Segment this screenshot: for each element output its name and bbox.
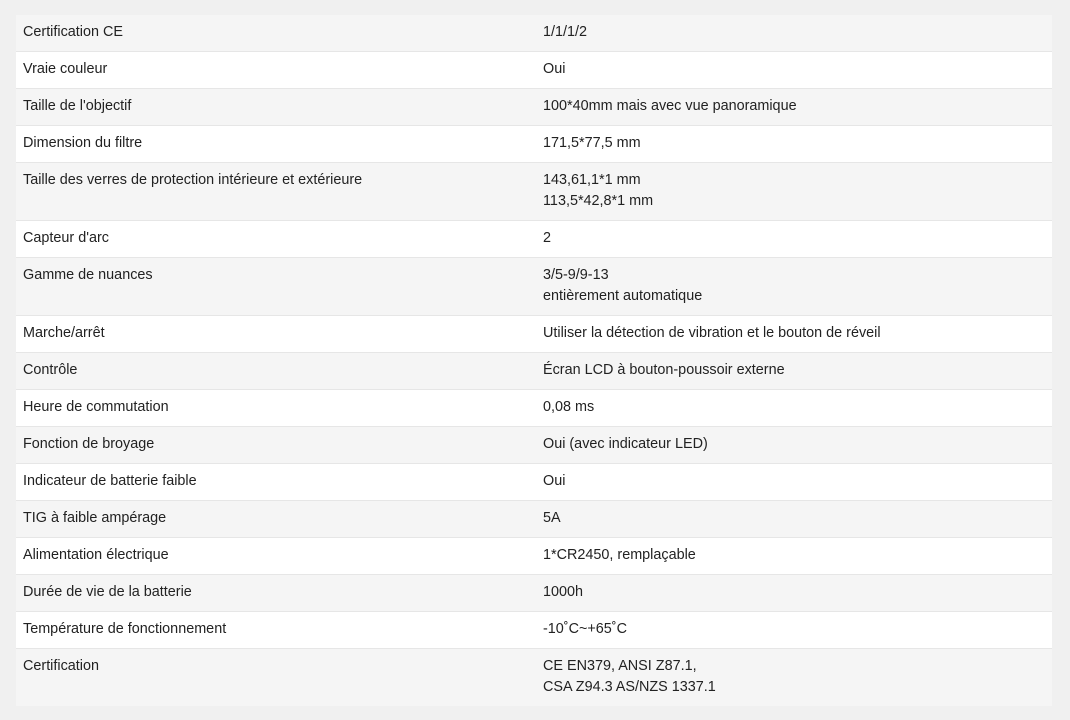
spec-value: 1/1/1/2	[536, 15, 1052, 52]
spec-value: -10˚C~+65˚C	[536, 611, 1052, 649]
spec-value-line: -10˚C~+65˚C	[543, 621, 627, 637]
spec-label: Marche/arrêt	[16, 315, 536, 353]
spec-value-line: Écran LCD à bouton-poussoir externe	[543, 362, 785, 378]
spec-value-line: 143,61,1*1 mm	[543, 172, 641, 188]
spec-label: Taille des verres de protection intérieu…	[16, 162, 536, 221]
spec-value-line: 171,5*77,5 mm	[543, 135, 641, 151]
spec-value: 5A	[536, 500, 1052, 538]
spec-label: Certification	[16, 648, 536, 706]
spec-value-line: 100*40mm mais avec vue panoramique	[543, 98, 797, 114]
spec-label: TIG à faible ampérage	[16, 500, 536, 538]
spec-value: 3/5-9/9-13 entièrement automatique	[536, 257, 1052, 316]
table-row: Taille de l'objectif 100*40mm mais avec …	[16, 88, 1052, 126]
spec-value: 100*40mm mais avec vue panoramique	[536, 88, 1052, 126]
specifications-table: Certification CE 1/1/1/2 Vraie couleur O…	[16, 15, 1052, 706]
spec-value-line: 0,08 ms	[543, 399, 595, 415]
spec-value-line: 1000h	[543, 584, 584, 600]
spec-table-container: Certification CE 1/1/1/2 Vraie couleur O…	[16, 15, 1052, 706]
spec-label: Heure de commutation	[16, 389, 536, 427]
spec-value-line: CSA Z94.3 AS/NZS 1337.1	[543, 679, 716, 695]
spec-label: Fonction de broyage	[16, 426, 536, 464]
spec-label: Indicateur de batterie faible	[16, 463, 536, 501]
table-row: Marche/arrêt Utiliser la détection de vi…	[16, 315, 1052, 353]
spec-value-line: Oui	[543, 61, 566, 77]
spec-value-line: Oui	[543, 473, 566, 489]
table-row: Certification CE EN379, ANSI Z87.1, CSA …	[16, 648, 1052, 706]
spec-label: Vraie couleur	[16, 51, 536, 89]
table-row: Capteur d'arc 2	[16, 220, 1052, 258]
spec-label: Alimentation électrique	[16, 537, 536, 575]
spec-value-line: 2	[543, 230, 552, 246]
table-row: Durée de vie de la batterie 1000h	[16, 574, 1052, 612]
spec-value: 171,5*77,5 mm	[536, 125, 1052, 163]
spec-label: Certification CE	[16, 15, 536, 52]
spec-label: Gamme de nuances	[16, 257, 536, 316]
spec-value: 2	[536, 220, 1052, 258]
spec-label: Contrôle	[16, 352, 536, 390]
spec-value-line: entièrement automatique	[543, 288, 703, 304]
table-row: Heure de commutation 0,08 ms	[16, 389, 1052, 427]
spec-value: Oui	[536, 463, 1052, 501]
spec-label: Taille de l'objectif	[16, 88, 536, 126]
table-row: Gamme de nuances 3/5-9/9-13 entièrement …	[16, 257, 1052, 316]
spec-label: Température de fonctionnement	[16, 611, 536, 649]
table-row: Vraie couleur Oui	[16, 51, 1052, 89]
table-row: Dimension du filtre 171,5*77,5 mm	[16, 125, 1052, 163]
spec-value: 0,08 ms	[536, 389, 1052, 427]
spec-label: Dimension du filtre	[16, 125, 536, 163]
table-row: Fonction de broyage Oui (avec indicateur…	[16, 426, 1052, 464]
table-row: Taille des verres de protection intérieu…	[16, 162, 1052, 221]
spec-label: Durée de vie de la batterie	[16, 574, 536, 612]
table-row: Alimentation électrique 1*CR2450, rempla…	[16, 537, 1052, 575]
spec-value: Oui (avec indicateur LED)	[536, 426, 1052, 464]
table-row: Indicateur de batterie faible Oui	[16, 463, 1052, 501]
spec-label: Capteur d'arc	[16, 220, 536, 258]
table-row: TIG à faible ampérage 5A	[16, 500, 1052, 538]
spec-value-line: CE EN379, ANSI Z87.1,	[543, 658, 697, 674]
spec-value-line: Utiliser la détection de vibration et le…	[543, 325, 881, 341]
spec-value: 143,61,1*1 mm 113,5*42,8*1 mm	[536, 162, 1052, 221]
spec-value: Oui	[536, 51, 1052, 89]
spec-value: Utiliser la détection de vibration et le…	[536, 315, 1052, 353]
table-row: Contrôle Écran LCD à bouton-poussoir ext…	[16, 352, 1052, 390]
spec-value: 1000h	[536, 574, 1052, 612]
spec-value-line: 113,5*42,8*1 mm	[543, 193, 654, 209]
spec-value: 1*CR2450, remplaçable	[536, 537, 1052, 575]
table-row: Température de fonctionnement -10˚C~+65˚…	[16, 611, 1052, 649]
spec-value-line: Oui (avec indicateur LED)	[543, 436, 708, 452]
spec-value: CE EN379, ANSI Z87.1, CSA Z94.3 AS/NZS 1…	[536, 648, 1052, 706]
spec-value-line: 1/1/1/2	[543, 24, 588, 40]
table-row: Certification CE 1/1/1/2	[16, 15, 1052, 52]
spec-value-line: 1*CR2450, remplaçable	[543, 547, 696, 563]
spec-value-line: 5A	[543, 510, 561, 526]
spec-value: Écran LCD à bouton-poussoir externe	[536, 352, 1052, 390]
spec-value-line: 3/5-9/9-13	[543, 267, 609, 283]
